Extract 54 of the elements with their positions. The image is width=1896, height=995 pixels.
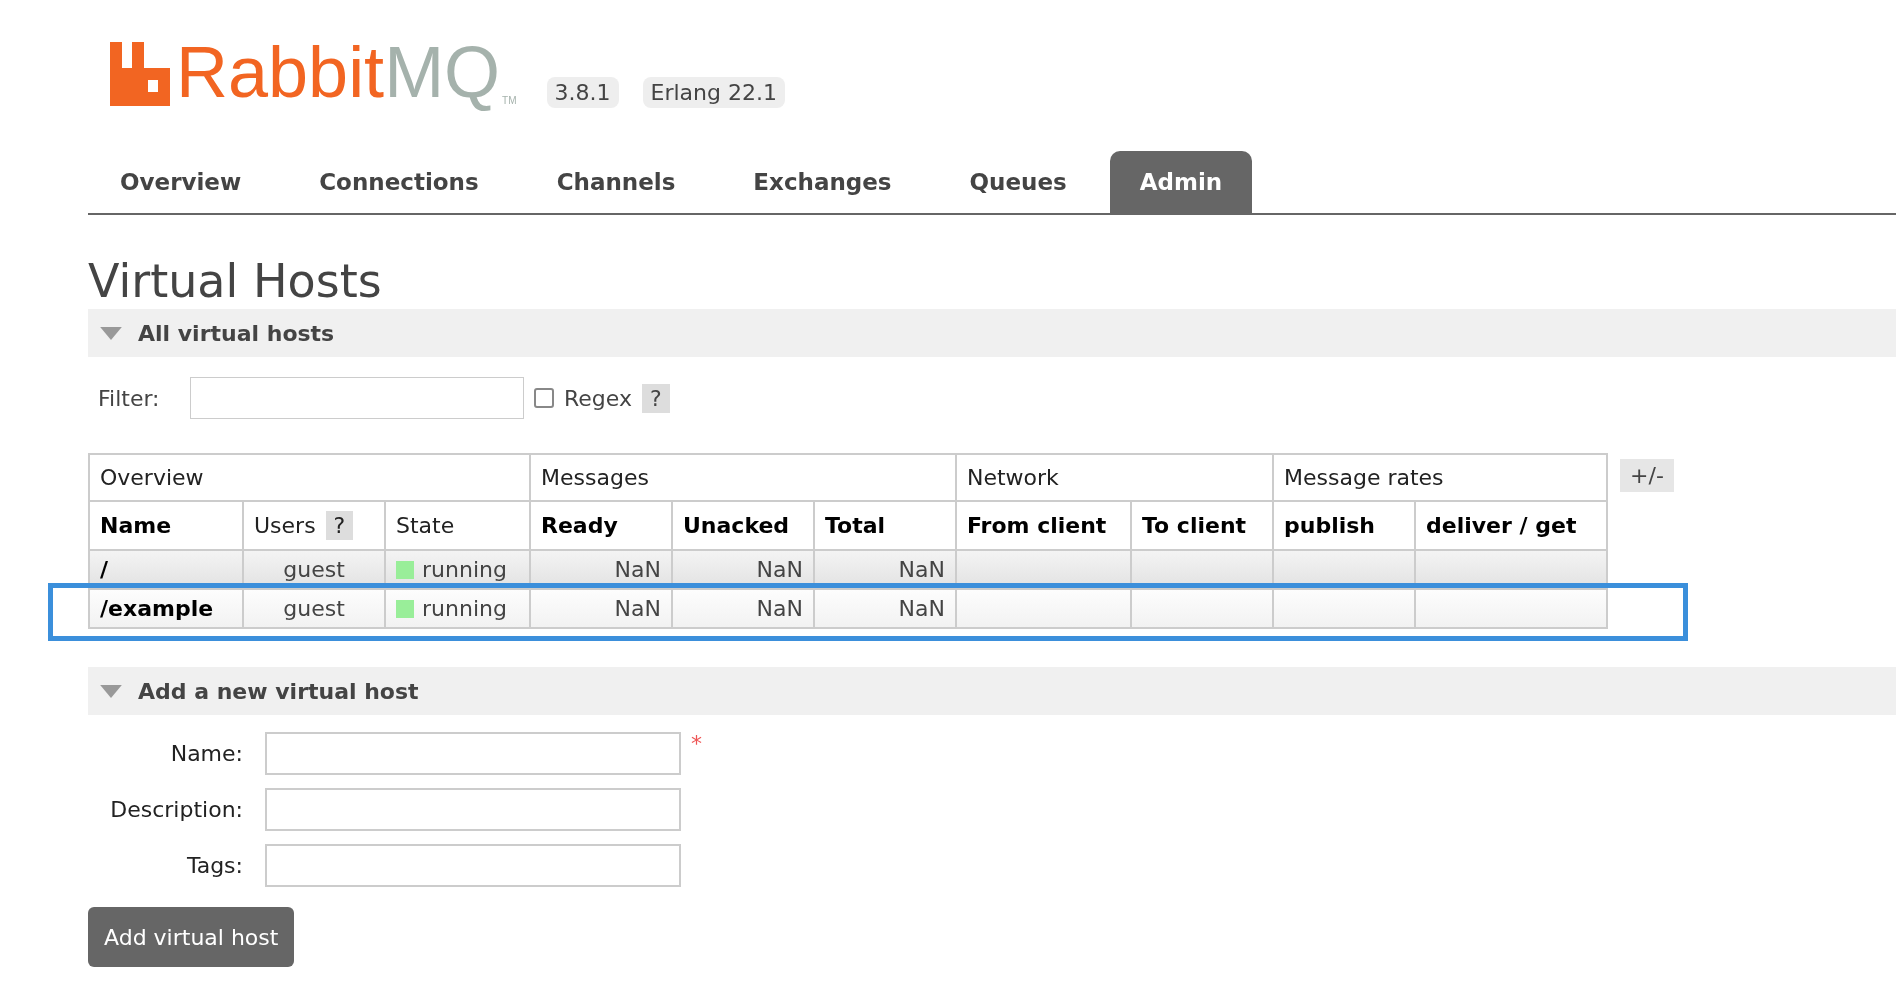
input-field[interactable]	[265, 731, 681, 775]
version-badge: Erlang 22.1	[642, 77, 785, 108]
nav-tab[interactable]: Admin	[1109, 151, 1253, 213]
section-title: Add a new virtual host	[138, 678, 419, 704]
nav-tab[interactable]: Exchanges	[714, 151, 931, 213]
column-group-header: Message rates	[1273, 454, 1608, 501]
column-header: Ready	[541, 513, 618, 538]
triangle-icon	[100, 326, 122, 340]
field-label: Name:	[169, 740, 243, 766]
table-cell: NaN	[814, 589, 956, 628]
help-button[interactable]: ?	[325, 511, 354, 540]
column-group-header: Overview	[89, 454, 530, 501]
page-title: Virtual Hosts	[88, 255, 383, 307]
vhost-name-link[interactable]: /example	[89, 589, 243, 628]
column-header: Total	[825, 513, 886, 538]
add-vhost-button[interactable]: Add virtual host	[88, 907, 295, 967]
input-field[interactable]	[265, 843, 681, 887]
columns-toggle-button[interactable]: +/-	[1620, 459, 1674, 492]
nav-tab[interactable]: Queues	[930, 151, 1106, 213]
nav-tab[interactable]: Connections	[280, 151, 518, 213]
section-header[interactable]: All virtual hosts	[88, 309, 1896, 357]
column-group-header: Messages	[530, 454, 956, 501]
column-header: To client	[1142, 513, 1247, 538]
regex-checkbox[interactable]	[534, 388, 554, 408]
section-title: All virtual hosts	[138, 320, 335, 346]
filter-field[interactable]	[190, 377, 524, 419]
logo-brand: Rabbit	[176, 36, 385, 108]
regex-label: Regex	[564, 385, 632, 411]
nav-tab[interactable]: Overview	[88, 151, 281, 213]
field-label: Tags:	[185, 852, 243, 878]
required-mark: *	[691, 731, 702, 756]
input-field[interactable]	[265, 787, 681, 831]
section-header[interactable]: Add a new virtual host	[88, 667, 1896, 715]
table-cell: NaN	[530, 589, 672, 628]
column-header: State	[396, 513, 455, 538]
field-label: Description:	[109, 796, 243, 822]
logo-icon	[110, 42, 170, 106]
column-header: Unacked	[683, 513, 790, 538]
column-group-header: Network	[956, 454, 1273, 501]
status-text: running	[422, 557, 507, 582]
column-header: publish	[1284, 513, 1375, 538]
triangle-icon	[100, 684, 122, 698]
column-header: From client	[967, 513, 1107, 538]
status-text: running	[422, 596, 507, 621]
column-header: Name	[100, 513, 172, 538]
trademark: TM	[502, 95, 517, 106]
filter-label: Filter:	[98, 385, 161, 411]
help-button[interactable]: ?	[641, 383, 670, 413]
version-badge: 3.8.1	[546, 77, 619, 108]
table-cell: NaN	[672, 589, 814, 628]
table-cell: guest	[243, 589, 385, 628]
nav-tab[interactable]: Channels	[517, 151, 715, 213]
column-header: Users	[254, 513, 316, 538]
column-header: deliver / get	[1426, 513, 1577, 538]
